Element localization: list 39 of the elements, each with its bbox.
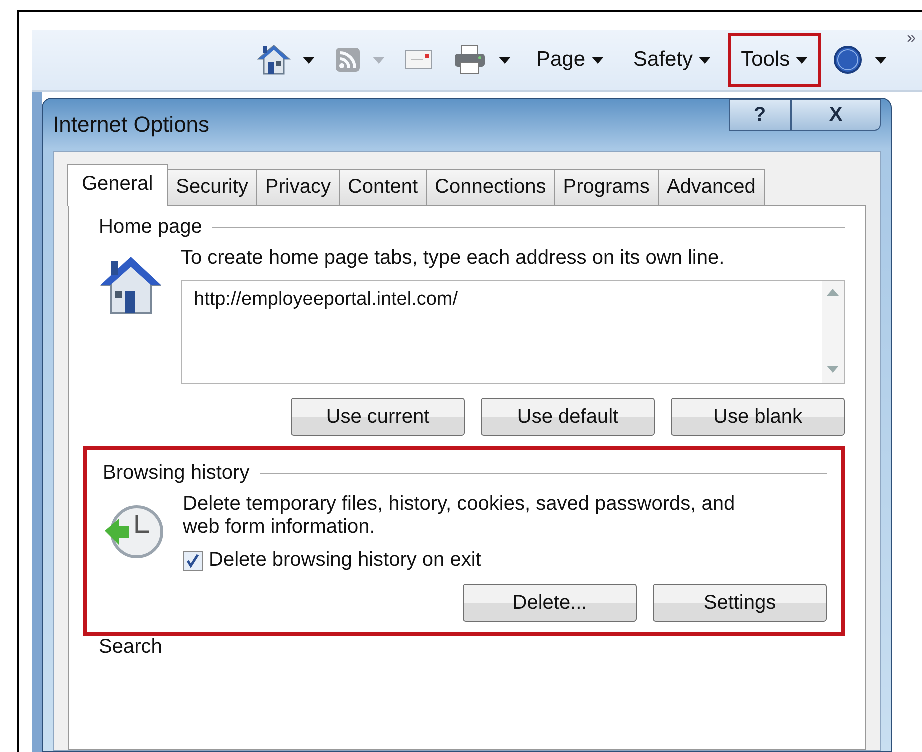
checkbox-label: Delete browsing history on exit — [209, 549, 482, 572]
dialog-button[interactable]: Use default — [481, 398, 655, 436]
group-title: Browsing history — [103, 462, 250, 485]
tab[interactable]: Advanced — [658, 169, 765, 205]
tab[interactable]: Content — [338, 169, 428, 205]
group-title: Search — [99, 636, 162, 659]
scroll-up-icon[interactable] — [827, 289, 839, 296]
scroll-down-icon[interactable] — [827, 366, 839, 373]
dialog-button[interactable]: Use blank — [671, 398, 845, 436]
toolbar-menu[interactable]: Tools — [728, 33, 822, 87]
dialog-button[interactable]: Use current — [291, 398, 465, 436]
home-page-field[interactable]: http://employeeportal.intel.com/ — [181, 280, 845, 384]
window-title: Internet Options — [53, 112, 210, 138]
tab[interactable]: Connections — [426, 169, 556, 205]
help-icon — [833, 45, 864, 75]
tab[interactable]: Privacy — [256, 169, 340, 205]
toolbar-menu[interactable]: Safety — [620, 33, 724, 87]
description-text: Delete temporary files, history, cookies, saved passwords, and web form information. — [183, 493, 736, 539]
dialog-button[interactable]: Settings — [653, 584, 827, 622]
caret-icon — [592, 56, 604, 64]
caret-icon — [699, 56, 712, 64]
checkbox[interactable] — [183, 550, 203, 570]
printer-icon — [453, 45, 488, 75]
envelope-icon — [405, 50, 434, 70]
tab[interactable]: Programs — [554, 169, 659, 205]
house-icon — [257, 44, 292, 76]
help-button[interactable]: ? — [729, 99, 791, 131]
tab[interactable]: General — [67, 164, 168, 206]
toolbar-menu[interactable]: Page — [523, 33, 617, 87]
overflow-chevron[interactable]: » — [907, 30, 916, 48]
dialog-button[interactable]: Delete... — [463, 584, 637, 622]
close-button[interactable]: X — [791, 99, 881, 131]
caret-icon — [796, 56, 808, 64]
feed-icon — [335, 47, 362, 73]
scrollbar[interactable] — [822, 281, 844, 383]
house-icon — [99, 255, 163, 317]
tab[interactable]: Security — [167, 169, 258, 205]
group-title: Home page — [99, 216, 202, 239]
instruction-text: To create home page tabs, type each address on its own line. — [181, 247, 726, 270]
